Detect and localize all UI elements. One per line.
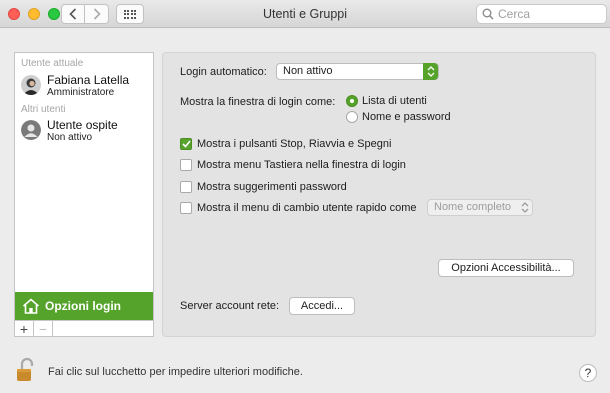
radio-button[interactable] [346, 111, 358, 123]
remove-user-button[interactable]: − [34, 321, 53, 337]
current-user-role: Amministratore [47, 87, 115, 98]
sidebar-item-guest-user[interactable]: Utente ospite Non attivo [21, 118, 118, 144]
search-field[interactable] [476, 4, 607, 24]
checkbox-show-password-hints[interactable]: Mostra suggerimenti password [180, 181, 347, 193]
checkbox-show-power-buttons[interactable]: Mostra i pulsanti Stop, Riavvia e Spegni [180, 138, 391, 150]
checkbox-label: Mostra i pulsanti Stop, Riavvia e Spegni [197, 138, 392, 150]
updown-arrows-icon [423, 63, 438, 80]
sidebar-toolbar: + − [15, 320, 153, 337]
auto-login-value: Non attivo [283, 65, 333, 77]
guest-user-status: Non attivo [47, 132, 93, 143]
radio-button[interactable] [346, 95, 358, 107]
avatar [21, 75, 41, 95]
guest-user-name: Utente ospite [47, 118, 118, 132]
current-user-name: Fabiana Latella [47, 73, 130, 87]
help-button[interactable]: ? [579, 364, 597, 382]
fast-switch-value: Nome completo [434, 201, 512, 213]
checkbox[interactable] [180, 181, 192, 193]
lock-hint-text: Fai clic sul lucchetto per impedire ulte… [48, 366, 303, 378]
other-users-section-label: Altri utenti [21, 104, 66, 115]
auto-login-popup[interactable]: Non attivo [276, 63, 439, 80]
sidebar-item-current-user[interactable]: Fabiana Latella Amministratore [21, 73, 129, 99]
radio-user-list-label: Lista di utenti [362, 95, 427, 107]
show-login-window-label: Mostra la finestra di login come: [180, 96, 336, 108]
checkbox-show-keyboard-menu[interactable]: Mostra menu Tastiera nella finestra di l… [180, 159, 406, 171]
sidebar-item-login-options[interactable]: Opzioni login [15, 292, 153, 320]
updown-arrows-icon [517, 199, 532, 216]
guest-avatar-icon [21, 120, 41, 140]
search-input[interactable] [498, 7, 598, 21]
join-button[interactable]: Accedi... [289, 297, 355, 315]
fast-switch-popup[interactable]: Nome completo [427, 199, 533, 216]
title-bar: Utenti e Gruppi [0, 0, 610, 28]
login-options-panel: Login automatico: Non attivo Mostra la f… [162, 52, 596, 337]
checkbox[interactable] [180, 202, 192, 214]
checkbox-fast-user-switching[interactable]: Mostra il menu di cambio utente rapido c… [180, 202, 417, 214]
search-icon [482, 8, 494, 20]
radio-name-password-label: Nome e password [362, 111, 451, 123]
checkbox-label: Mostra menu Tastiera nella finestra di l… [197, 159, 406, 171]
network-server-label: Server account rete: [180, 300, 280, 312]
checkbox[interactable] [180, 138, 192, 150]
radio-user-list[interactable]: Lista di utenti [346, 95, 427, 107]
house-icon [22, 298, 40, 314]
auto-login-label: Login automatico: [180, 66, 267, 78]
add-user-button[interactable]: + [15, 321, 34, 337]
checkbox[interactable] [180, 159, 192, 171]
lock-icon[interactable] [16, 357, 36, 386]
checkmark-icon [181, 140, 191, 148]
checkbox-label: Mostra suggerimenti password [197, 181, 347, 193]
checkbox-label: Mostra il menu di cambio utente rapido c… [197, 202, 417, 214]
accessibility-options-button[interactable]: Opzioni Accessibilità... [438, 259, 574, 277]
radio-name-password[interactable]: Nome e password [346, 111, 451, 123]
current-user-section-label: Utente attuale [21, 58, 84, 69]
users-sidebar: Utente attuale Fabiana Latella Amministr… [14, 52, 154, 337]
login-options-label: Opzioni login [45, 299, 121, 313]
